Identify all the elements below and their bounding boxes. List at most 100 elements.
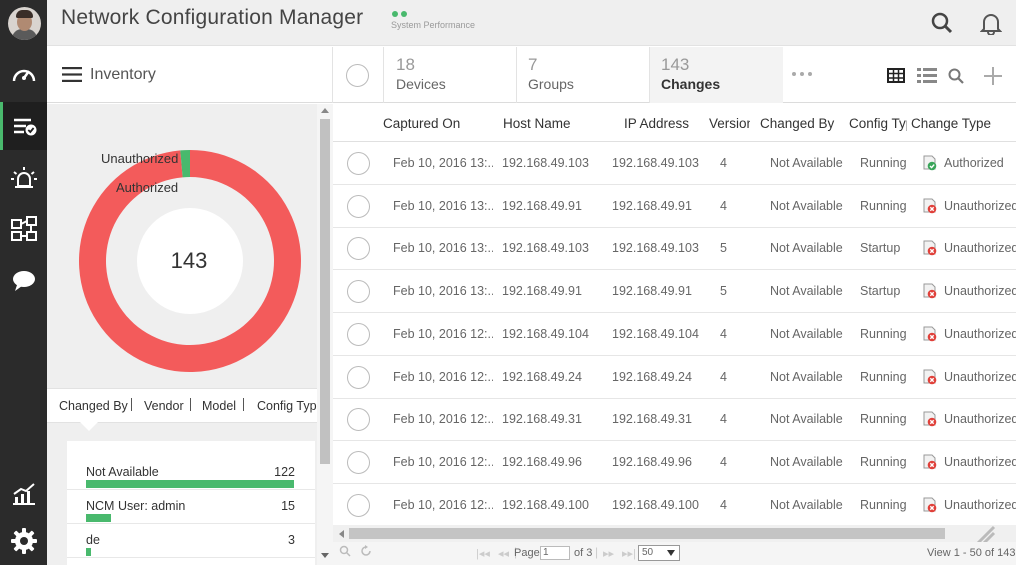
row-select-checkbox[interactable] xyxy=(347,493,370,517)
prev-page-icon[interactable]: ◂◂ xyxy=(498,547,509,560)
cell-config-type: Running xyxy=(860,497,907,512)
next-page-icon[interactable]: ▸▸ xyxy=(603,547,614,560)
table-row[interactable]: Feb 10, 2016 12:... 192.168.49.100 192.168… xyxy=(333,484,1016,525)
cell-host-name: 192.168.49.91 xyxy=(502,198,582,213)
cell-captured-on: Feb 10, 2016 12:... xyxy=(393,326,493,341)
col-ip-address[interactable]: IP Address xyxy=(624,116,704,131)
last-page-icon[interactable]: ▸▸| xyxy=(622,547,636,560)
cell-version: 5 xyxy=(720,241,727,256)
system-performance-indicator[interactable]: System Performance xyxy=(391,11,475,30)
cell-config-type: Startup xyxy=(860,241,901,256)
scroll-down-arrow-icon[interactable] xyxy=(321,553,329,558)
stat-groups[interactable]: 7 Groups xyxy=(528,55,574,103)
page-number-input[interactable]: 1 xyxy=(540,546,570,560)
scroll-up-arrow-icon[interactable] xyxy=(321,108,329,113)
cell-ip-address: 192.168.49.96 xyxy=(612,454,692,469)
row-select-checkbox[interactable] xyxy=(347,408,370,432)
cell-change-type: Unauthorized xyxy=(944,326,1016,341)
add-icon[interactable] xyxy=(983,66,1003,91)
cell-captured-on: Feb 10, 2016 13:... xyxy=(393,156,493,170)
chat-icon[interactable] xyxy=(0,259,47,303)
donut-center-count: 143 xyxy=(170,248,208,273)
unauthorized-status-icon xyxy=(922,240,938,259)
settings-icon[interactable] xyxy=(0,519,47,563)
dashboard-icon[interactable] xyxy=(0,52,47,96)
avatar[interactable] xyxy=(8,7,41,40)
table-row[interactable]: Feb 10, 2016 13:... 192.168.49.103 192.168… xyxy=(333,142,1016,185)
reload-icon[interactable] xyxy=(360,545,372,560)
first-page-icon[interactable]: |◂◂ xyxy=(476,547,490,560)
col-config-type[interactable]: Config Type xyxy=(849,116,907,131)
row-select-checkbox[interactable] xyxy=(347,194,370,218)
cell-changed-by: Not Available xyxy=(770,326,843,341)
cell-config-type: Running xyxy=(860,156,907,170)
tab-config-type[interactable]: Config Type xyxy=(257,399,317,413)
table-horizontal-scrollbar[interactable] xyxy=(333,525,1016,542)
cell-changed-by: Not Available xyxy=(770,284,843,299)
row-select-checkbox[interactable] xyxy=(347,365,370,389)
donut-chart-svg xyxy=(79,150,301,372)
table-row[interactable]: Feb 10, 2016 13:... 192.168.49.103 192.168… xyxy=(333,227,1016,271)
cell-host-name: 192.168.49.103 xyxy=(502,241,589,256)
unauthorized-status-icon xyxy=(922,454,938,473)
col-host-name[interactable]: Host Name xyxy=(503,116,603,131)
table-row[interactable]: Feb 10, 2016 12:... 192.168.49.31 192.168.… xyxy=(333,398,1016,442)
inventory-toolbar: Inventory 18 Devices 7 Groups 143 Change… xyxy=(47,47,1016,103)
page-label: Page xyxy=(514,547,540,559)
row-select-checkbox[interactable] xyxy=(347,152,370,175)
list-view-icon[interactable] xyxy=(917,68,937,88)
table-row[interactable]: Feb 10, 2016 13:... 192.168.49.91 192.168.… xyxy=(333,185,1016,228)
cell-changed-by: Not Available xyxy=(770,412,843,427)
cell-version: 4 xyxy=(720,412,727,427)
unauthorized-status-icon xyxy=(922,198,938,217)
stat-devices[interactable]: 18 Devices xyxy=(396,55,446,103)
scrollbar-thumb[interactable] xyxy=(320,119,330,464)
unauthorized-status-icon xyxy=(922,411,938,430)
scrollbar-thumb[interactable] xyxy=(349,528,945,539)
hamburger-menu-icon[interactable] xyxy=(62,67,82,87)
tab-changed-by[interactable]: Changed By xyxy=(59,399,128,413)
col-changed-by[interactable]: Changed By xyxy=(760,116,840,131)
cell-host-name: 192.168.49.103 xyxy=(502,156,589,170)
row-select-checkbox[interactable] xyxy=(347,280,370,304)
row-select-checkbox[interactable] xyxy=(347,450,370,474)
col-captured-on[interactable]: Captured On xyxy=(383,116,493,131)
tab-vendor[interactable]: Vendor xyxy=(144,399,184,413)
table-row[interactable]: Feb 10, 2016 12:... 192.168.49.104 192.168… xyxy=(333,313,1016,356)
row-select-checkbox[interactable] xyxy=(347,322,370,346)
cell-changed-by: Not Available xyxy=(770,156,843,170)
cell-captured-on: Feb 10, 2016 12:... xyxy=(393,369,493,384)
reports-icon[interactable] xyxy=(0,472,47,516)
col-version[interactable]: Version xyxy=(709,116,750,131)
cell-config-type: Running xyxy=(860,412,907,427)
table-row[interactable]: Feb 10, 2016 12:... 192.168.49.96 192.168.… xyxy=(333,441,1016,484)
table-search-icon[interactable] xyxy=(948,68,964,89)
notification-bell-icon[interactable] xyxy=(979,11,1003,40)
tab-model[interactable]: Model xyxy=(202,399,236,413)
alarms-icon[interactable] xyxy=(0,156,47,200)
list-item[interactable]: NCM User: admin 15 xyxy=(67,490,315,524)
cell-captured-on: Feb 10, 2016 12:... xyxy=(393,412,493,427)
select-all-checkbox[interactable] xyxy=(346,64,369,87)
more-options-icon[interactable] xyxy=(792,72,812,76)
page-size-select[interactable]: 50 xyxy=(638,545,680,561)
table-row[interactable]: Feb 10, 2016 12:... 192.168.49.24 192.168.… xyxy=(333,356,1016,399)
list-item[interactable]: de 3 xyxy=(67,524,315,558)
scroll-left-arrow-icon[interactable] xyxy=(339,530,344,538)
inventory-icon[interactable] xyxy=(0,102,47,150)
cell-changed-by: Not Available xyxy=(770,241,843,256)
network-icon[interactable] xyxy=(0,207,47,251)
search-icon[interactable] xyxy=(931,12,953,39)
stat-changes[interactable]: 143 Changes xyxy=(650,47,783,103)
cell-captured-on: Feb 10, 2016 13:... xyxy=(393,241,493,256)
col-change-type[interactable]: Change Type xyxy=(911,116,1011,131)
list-item[interactable]: Not Available 122 xyxy=(67,456,315,490)
left-panel-scrollbar[interactable] xyxy=(317,104,333,565)
refresh-icon[interactable] xyxy=(339,545,351,560)
grid-view-icon[interactable] xyxy=(887,68,905,88)
system-performance-label: System Performance xyxy=(391,20,476,30)
cell-version: 4 xyxy=(720,454,727,469)
cell-captured-on: Feb 10, 2016 13:... xyxy=(393,198,493,213)
row-select-checkbox[interactable] xyxy=(347,237,370,261)
table-row[interactable]: Feb 10, 2016 13:... 192.168.49.91 192.168.… xyxy=(333,270,1016,314)
